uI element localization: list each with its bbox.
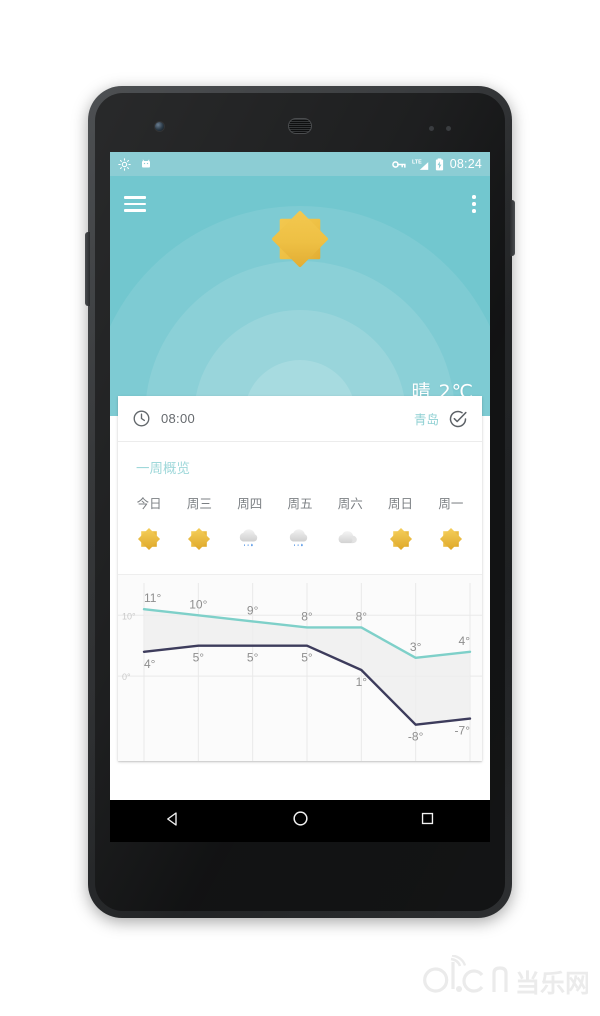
hamburger-menu-icon[interactable] [124, 196, 146, 212]
cloudy-icon [338, 531, 358, 544]
forecast-icon-2 [225, 518, 275, 560]
back-triangle-icon[interactable] [164, 810, 182, 833]
forecast-days-row: 今日 周三 周四 周五 周六 周日 周一 [118, 479, 482, 512]
svg-text:5°: 5° [193, 651, 205, 665]
forecast-icon-1 [174, 518, 224, 560]
forecast-day-0[interactable]: 今日 [124, 493, 174, 512]
svg-text:8°: 8° [356, 609, 368, 623]
status-bar-clock: 08:24 [449, 156, 482, 171]
forecast-icon-5 [375, 518, 425, 560]
light-sensor-icon [446, 126, 451, 131]
svg-text:8°: 8° [301, 609, 313, 623]
sun-icon [188, 527, 211, 551]
svg-text:4°: 4° [459, 634, 471, 648]
day-label: 周五 [287, 496, 313, 511]
day-label: 周日 [388, 496, 414, 511]
sun-icon [439, 527, 462, 551]
overflow-menu-icon[interactable] [472, 195, 476, 213]
check-circle-icon[interactable] [448, 409, 468, 429]
svg-text:3°: 3° [410, 640, 422, 654]
vpn-key-icon [391, 160, 406, 168]
svg-text:当乐网: 当乐网 [515, 969, 588, 998]
forecast-icon-6 [426, 518, 476, 560]
day-label: 今日 [136, 496, 162, 511]
forecast-day-3[interactable]: 周五 [275, 493, 325, 512]
app-bar [110, 176, 490, 232]
temperature-chart-svg: 0° 10° 11° 10° 9° 8° 8° 3° 4° 4° 5° 5° 5° 1° -8° -7° [118, 583, 482, 761]
svg-text:9°: 9° [247, 603, 259, 617]
forecast-icon-0 [124, 518, 174, 560]
sun-icon [138, 527, 161, 551]
status-bar-left [118, 152, 152, 176]
day-label: 周四 [237, 496, 263, 511]
svg-text:11°: 11° [144, 591, 161, 605]
forecast-icons-row [118, 512, 482, 575]
forecast-icon-4 [325, 518, 375, 560]
status-bar: LTE 08:24 [110, 152, 490, 176]
android-notification-icon [142, 159, 150, 168]
card-city[interactable]: 青岛 [414, 409, 439, 428]
rain-icon [289, 529, 308, 547]
svg-text:-7°: -7° [455, 724, 471, 738]
card-header-row: 08:00 青岛 [118, 396, 482, 442]
phone-screen: LTE 08:24 晴 2℃ 08:00 青岛 一周概览 今日 周三 周四 周五… [110, 152, 490, 800]
forecast-day-5[interactable]: 周日 [375, 493, 425, 512]
day-label: 周三 [186, 496, 212, 511]
watermark-logo-icon: 当乐网 [423, 954, 590, 998]
forecast-day-6[interactable]: 周一 [426, 493, 476, 512]
svg-text:5°: 5° [247, 651, 259, 665]
svg-text:5°: 5° [301, 651, 313, 665]
svg-text:1°: 1° [356, 675, 368, 689]
android-nav-bar [110, 800, 490, 842]
forecast-day-1[interactable]: 周三 [174, 493, 224, 512]
home-circle-icon[interactable] [291, 809, 310, 833]
svg-text:10°: 10° [189, 597, 207, 611]
day-label: 周一 [438, 496, 464, 511]
earpiece-speaker [288, 118, 312, 134]
svg-text:-8°: -8° [408, 730, 424, 744]
clock-icon [133, 410, 150, 427]
screenshot-root: LTE 08:24 晴 2℃ 08:00 青岛 一周概览 今日 周三 周四 周五… [0, 0, 600, 1016]
weather-hero: 晴 2℃ [110, 176, 490, 416]
forecast-day-2[interactable]: 周四 [225, 493, 275, 512]
status-bar-right: LTE 08:24 [391, 152, 482, 176]
recents-square-icon[interactable] [419, 810, 436, 832]
svg-text:10°: 10° [122, 611, 136, 621]
brightness-icon [118, 157, 131, 171]
power-button[interactable] [510, 200, 515, 256]
proximity-sensor-icon [429, 126, 434, 131]
svg-text:LTE: LTE [412, 159, 422, 165]
svg-text:4°: 4° [144, 657, 156, 671]
day-label: 周六 [337, 496, 363, 511]
volume-button[interactable] [85, 232, 90, 306]
battery-charging-icon [435, 157, 443, 170]
forecast-day-4[interactable]: 周六 [325, 493, 375, 512]
temperature-chart: 0° 10° 11° 10° 9° 8° 8° 3° 4° 4° 5° 5° 5° 1° -8° -7° [118, 575, 482, 761]
svg-text:0°: 0° [122, 672, 131, 682]
lte-signal-icon: LTE [412, 159, 428, 170]
card-time: 08:00 [161, 411, 196, 426]
front-camera [155, 122, 164, 131]
site-watermark: 当乐网 [420, 954, 590, 1006]
rain-icon [239, 529, 257, 547]
sun-icon [389, 527, 412, 551]
forecast-card: 08:00 青岛 一周概览 今日 周三 周四 周五 周六 周日 周一 0° 10… [118, 396, 482, 761]
forecast-icon-3 [275, 518, 325, 560]
section-title: 一周概览 [136, 461, 190, 477]
